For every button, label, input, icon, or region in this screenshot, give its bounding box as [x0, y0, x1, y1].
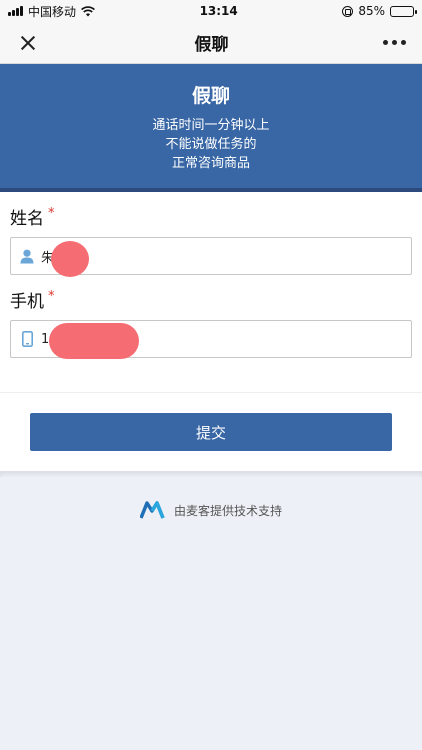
- powered-by-text: 由麦客提供技术支持: [173, 503, 282, 518]
- status-time: 13:14: [199, 4, 238, 18]
- banner-line: 不能说做任务的: [165, 137, 257, 152]
- form-banner: 假聊 通话时间一分钟以上 不能说做任务的 正常咨询商品: [0, 64, 422, 192]
- phone-input[interactable]: 1: [10, 320, 412, 359]
- page-title: 假聊: [194, 35, 229, 55]
- user-icon: [19, 247, 35, 265]
- nav-bar: 假聊: [0, 22, 422, 64]
- status-bar: 中国移动 13:14 85%: [0, 0, 422, 22]
- form: 姓名 * 朱 手机 * 1: [0, 192, 422, 392]
- name-input[interactable]: 朱: [10, 237, 412, 277]
- submit-button[interactable]: 提交: [30, 413, 392, 451]
- name-label: 姓名: [10, 209, 44, 229]
- redaction-mark: [51, 241, 89, 277]
- footer: 由麦客提供技术支持: [0, 501, 422, 519]
- banner-line: 通话时间一分钟以上: [152, 118, 270, 133]
- wifi-icon: [81, 5, 95, 16]
- orientation-lock-icon: [342, 5, 354, 17]
- signal-icon: [8, 6, 23, 16]
- close-icon[interactable]: [16, 31, 40, 55]
- banner-title: 假聊: [191, 85, 230, 107]
- required-mark: *: [48, 206, 55, 221]
- battery-icon: [389, 5, 417, 17]
- phone-label: 手机: [10, 292, 44, 312]
- carrier-label: 中国移动: [28, 4, 77, 19]
- battery-percent: 85%: [358, 4, 385, 18]
- more-icon[interactable]: [383, 32, 406, 53]
- banner-line: 正常咨询商品: [171, 156, 250, 171]
- redaction-mark: [49, 323, 139, 359]
- required-mark: *: [48, 289, 55, 304]
- name-field-group: 姓名 * 朱: [10, 204, 412, 277]
- submit-area: 提交: [0, 392, 422, 471]
- maike-logo-icon: [139, 501, 166, 519]
- phone-icon: [19, 330, 35, 348]
- phone-field-group: 手机 * 1: [10, 287, 412, 359]
- divider: [0, 471, 422, 477]
